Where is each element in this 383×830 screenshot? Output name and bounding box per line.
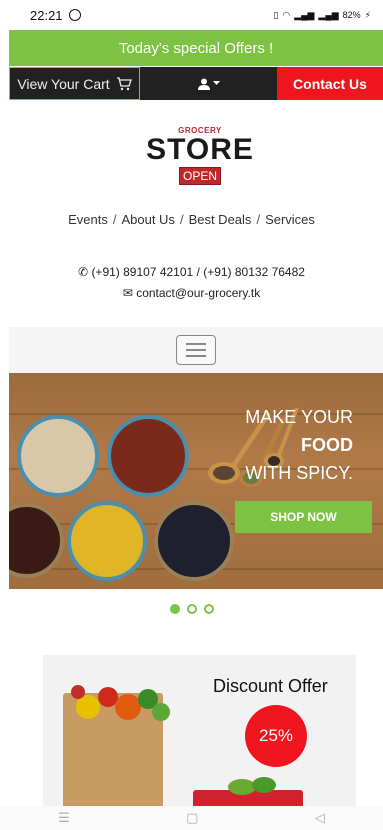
view-cart-button[interactable]: View Your Cart — [9, 67, 140, 100]
logo-open-sign: OPEN — [178, 167, 221, 185]
status-right: ▯ ◠ ▂▄▆ ▂▄▆ 82% ⚡ — [273, 10, 371, 21]
contact-info: ✆ (+91) 89107 42101 / (+91) 80132 76482 … — [0, 262, 383, 304]
store-logo[interactable]: GROCERY STORE OPEN — [140, 126, 260, 198]
carousel-dot-3[interactable] — [203, 604, 214, 614]
discount-offer-title: Discount Offer — [213, 676, 328, 696]
envelope-icon: ✉ — [122, 286, 133, 300]
status-bar: 22:21 ▯ ◠ ▂▄▆ ▂▄▆ 82% ⚡ — [0, 0, 383, 30]
hero-line-3: WITH SPICY. — [245, 463, 353, 483]
charging-icon: ⚡ — [364, 9, 371, 20]
phone-row[interactable]: ✆ (+91) 89107 42101 / (+91) 80132 76482 — [0, 262, 383, 283]
user-menu-button[interactable] — [140, 67, 277, 100]
status-left: 22:21 — [30, 8, 81, 23]
hero-headline: MAKE YOUR FOOD WITH SPICY. — [245, 403, 353, 487]
discount-offer-card[interactable]: Discount Offer 25% — [43, 655, 356, 815]
nav-separator: / — [256, 212, 261, 227]
hero-line-2: FOOD — [301, 435, 353, 455]
nav-separator: / — [112, 212, 117, 227]
email-address: contact@our-grocery.tk — [136, 286, 261, 300]
battery-level: 82% — [342, 10, 361, 20]
nav-links: Events / About Us / Best Deals / Services — [0, 212, 383, 227]
hamburger-line — [186, 355, 206, 357]
vibrate-icon: ▯ — [273, 9, 279, 20]
nav-link-services[interactable]: Services — [265, 212, 315, 227]
hamburger-line — [186, 343, 206, 345]
contact-us-button[interactable]: Contact Us — [277, 67, 383, 100]
spice-bowl-turmeric — [67, 501, 147, 581]
hamburger-menu-button[interactable] — [176, 335, 216, 365]
carousel-dot-1[interactable] — [169, 604, 180, 614]
discount-percent: 25% — [258, 726, 294, 745]
nav-separator: / — [179, 212, 184, 227]
top-nav: View Your Cart Contact Us — [9, 67, 383, 100]
caret-down-icon — [212, 81, 220, 85]
contact-us-label: Contact Us — [293, 75, 367, 92]
status-time: 22:21 — [30, 7, 63, 23]
email-row[interactable]: ✉ contact@our-grocery.tk — [0, 283, 383, 304]
nav-link-about-us[interactable]: About Us — [121, 212, 174, 227]
green-vegetables-image — [228, 777, 276, 795]
spice-bowl-powder — [17, 415, 99, 497]
phone-numbers: (+91) 89107 42101 / (+91) 80132 76482 — [91, 265, 305, 279]
wifi-icon: ◠ — [282, 9, 291, 20]
shop-now-label: SHOP NOW — [270, 510, 337, 524]
spice-bowl-pepper — [154, 501, 234, 581]
special-offers-banner[interactable]: Today's special Offers ! — [9, 30, 383, 66]
shop-now-button[interactable]: SHOP NOW — [235, 501, 372, 533]
back-icon[interactable]: ◁ — [315, 810, 325, 826]
cart-icon — [116, 76, 132, 90]
hero-line-1: MAKE YOUR — [245, 407, 353, 427]
view-cart-label: View Your Cart — [17, 75, 110, 92]
nav-link-best-deals[interactable]: Best Deals — [189, 212, 252, 227]
hero-slider[interactable]: MAKE YOUR FOOD WITH SPICY. SHOP NOW — [9, 373, 383, 589]
hamburger-line — [186, 349, 206, 351]
spice-bowl-cloves — [9, 503, 64, 578]
signal-icon: ▂▄▆ — [294, 9, 315, 20]
user-icon — [197, 78, 210, 90]
recent-apps-icon[interactable]: ☰ — [58, 810, 70, 826]
carousel-dot-2[interactable] — [186, 604, 197, 614]
logo-store-text: STORE — [146, 133, 254, 166]
special-offers-text: Today's special Offers ! — [118, 39, 274, 57]
nav-link-events[interactable]: Events — [68, 212, 108, 227]
system-nav-bar: ☰ ▢ ◁ — [0, 806, 383, 830]
signal-icon-2: ▂▄▆ — [318, 9, 339, 20]
home-icon[interactable]: ▢ — [186, 810, 198, 826]
menu-bar — [9, 327, 383, 373]
vegetables-image — [71, 685, 170, 721]
discount-percent-badge: 25% — [245, 705, 307, 767]
phone-icon: ✆ — [78, 265, 89, 279]
carousel-indicators — [0, 604, 383, 614]
whatsapp-icon — [68, 9, 81, 21]
spice-bowl-chilli — [107, 415, 189, 497]
